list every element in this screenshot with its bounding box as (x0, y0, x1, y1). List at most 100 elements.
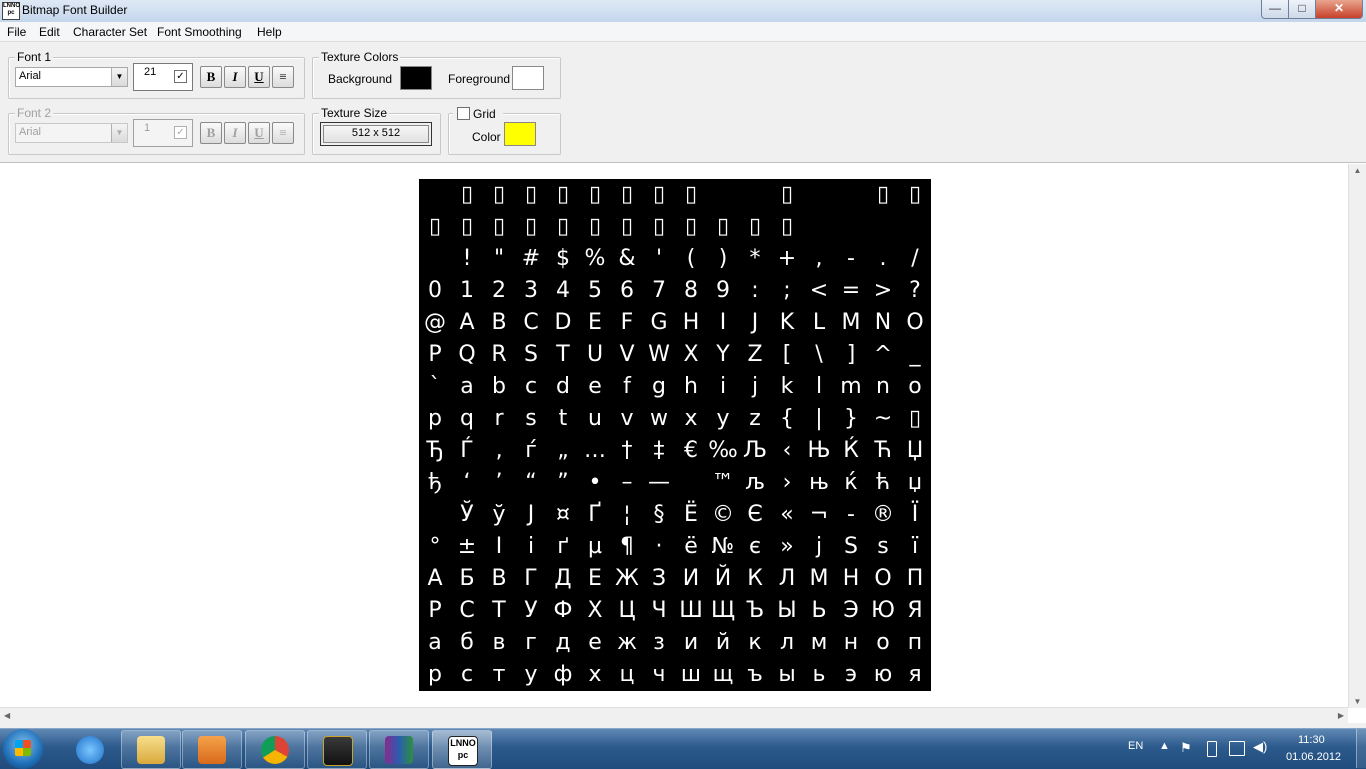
glyph-cell: ▯ (524, 214, 538, 239)
glyph-cell: | (815, 406, 823, 431)
chevron-down-icon[interactable]: ▼ (111, 124, 127, 142)
font1-align-button[interactable]: ≡ (272, 66, 294, 88)
battery-icon[interactable] (1207, 741, 1217, 757)
horizontal-scrollbar[interactable]: ◀ ▶ (0, 707, 1348, 725)
show-desktop-button[interactable] (1356, 729, 1366, 768)
font2-size-box[interactable]: 1 ✓ (133, 119, 193, 147)
action-center-flag-icon[interactable]: ⚑ (1180, 740, 1192, 756)
taskbar-winrar[interactable] (369, 730, 429, 769)
taskbar-game[interactable] (307, 730, 367, 769)
scroll-up-icon[interactable]: ▲ (1349, 166, 1366, 175)
font2-value: Arial (19, 126, 42, 138)
font2-underline-button[interactable]: U (248, 122, 270, 144)
glyph-cell: ) (718, 246, 728, 271)
glyph-cell: ▯ (652, 214, 666, 239)
texture-size-button[interactable]: 512 x 512 (320, 122, 432, 146)
grid-checkbox[interactable] (457, 107, 470, 120)
network-icon[interactable] (1229, 741, 1245, 756)
glyph-cell: » (780, 534, 794, 559)
glyph-cell: ▯ (908, 406, 922, 431)
font1-bold-button[interactable]: B (200, 66, 222, 88)
glyph-cell: ▯ (524, 182, 538, 207)
glyph-cell: " (493, 246, 505, 271)
background-color-swatch[interactable] (400, 66, 432, 90)
glyph-cell: Ґ (588, 502, 602, 527)
show-hidden-icons-icon[interactable]: ▲ (1159, 740, 1170, 752)
glyph-cell: – (621, 470, 633, 495)
font2-align-button[interactable]: ≡ (272, 122, 294, 144)
font2-italic-button[interactable]: I (224, 122, 246, 144)
chevron-down-icon[interactable]: ▼ (111, 68, 127, 86)
glyph-cell: Љ (742, 438, 768, 463)
glyph-cell: V (619, 342, 635, 367)
glyph-cell: м (810, 630, 828, 655)
glyph-cell: ґ (557, 534, 569, 559)
glyph-cell: C (523, 310, 539, 335)
glyph-cell: и (683, 630, 699, 655)
glyph-cell: љ (745, 470, 765, 495)
clock-date[interactable]: 01.06.2012 (1286, 751, 1341, 763)
glyph-row: абвгдежзийклмноп (419, 627, 931, 659)
font1-combo[interactable]: Arial ▼ (15, 67, 128, 87)
font1-underline-button[interactable]: U (248, 66, 270, 88)
glyph-cell: ї (911, 534, 919, 559)
glyph-cell: ? (909, 278, 921, 303)
glyph-cell: 5 (588, 278, 602, 303)
scroll-left-icon[interactable]: ◀ (4, 711, 10, 720)
app-icon[interactable]: LNNO pc (2, 2, 20, 20)
glyph-cell: + (777, 246, 797, 271)
taskbar-explorer[interactable] (121, 730, 181, 769)
glyph-cell: c (524, 374, 538, 399)
menu-edit[interactable]: Edit (39, 25, 60, 39)
taskbar-chrome[interactable] (245, 730, 305, 769)
glyph-cell: L (812, 310, 826, 335)
scroll-down-icon[interactable]: ▼ (1349, 697, 1366, 706)
glyph-cell: л (779, 630, 795, 655)
font2-bold-button[interactable]: B (200, 122, 222, 144)
volume-icon[interactable]: ◀) (1253, 739, 1267, 755)
font1-size-check[interactable]: ✓ (174, 70, 187, 83)
glyph-cell: е (588, 630, 602, 655)
scroll-right-icon[interactable]: ▶ (1338, 711, 1344, 720)
font2-size-check[interactable]: ✓ (174, 126, 187, 139)
glyph-cell: Y (716, 342, 730, 367)
minimize-button[interactable]: — (1261, 0, 1289, 19)
grid-color-swatch[interactable] (504, 122, 536, 146)
menu-font-smoothing[interactable]: Font Smoothing (157, 25, 242, 39)
vertical-scrollbar[interactable]: ▲ ▼ (1348, 164, 1366, 708)
glyph-cell: J (751, 310, 759, 335)
font1-italic-button[interactable]: I (224, 66, 246, 88)
maximize-button[interactable]: □ (1288, 0, 1316, 19)
menu-help[interactable]: Help (257, 25, 282, 39)
glyph-row: РСТУФХЦЧШЩЪЫЬЭЮЯ (419, 595, 931, 627)
font2-combo[interactable]: Arial ▼ (15, 123, 128, 143)
glyph-cell: e (588, 374, 602, 399)
glyph-cell: , (815, 246, 823, 271)
taskbar-ie[interactable] (60, 730, 120, 769)
language-indicator[interactable]: EN (1128, 740, 1143, 752)
glyph-row: p q r s t u v w x y z {|} ~ ▯ (419, 403, 931, 435)
glyph-cell (707, 179, 739, 211)
glyph-cell: 3 (524, 278, 538, 303)
glyph-cell: Ч (651, 598, 667, 623)
taskbar-bitmap-font-builder[interactable]: LNNO pc (432, 730, 492, 769)
glyph-cell (419, 243, 451, 275)
glyph-cell: ® (872, 502, 894, 527)
taskbar-media-player[interactable] (182, 730, 242, 769)
font1-size-box[interactable]: 21 ✓ (133, 63, 193, 91)
glyph-cell: Ё (684, 502, 698, 527)
foreground-color-swatch[interactable] (512, 66, 544, 90)
glyph-row: Ђ Ѓ ‚ ѓ „ … † ‡ € ‰ Љ ‹ Њ Ќ Ћ Џ (419, 435, 931, 467)
clock-time[interactable]: 11:30 (1298, 734, 1325, 746)
glyph-cell (803, 211, 835, 243)
menu-file[interactable]: File (7, 25, 26, 39)
close-button[interactable]: ✕ (1315, 0, 1363, 19)
glyph-cell: џ (907, 470, 923, 495)
glyph-cell: T (556, 342, 570, 367)
glyph-row: ° ± Іі ґ µ ¶ · ё № є » ј Ѕѕ ї (419, 531, 931, 563)
glyph-cell: ў (492, 502, 506, 527)
glyph-cell: Ь (811, 598, 827, 623)
menu-character-set[interactable]: Character Set (73, 25, 147, 39)
start-button[interactable] (3, 729, 43, 769)
glyph-row: Ўў Ј ¤ Ґ ¦ § Ё © Є « ¬ - ® Ї (419, 499, 931, 531)
